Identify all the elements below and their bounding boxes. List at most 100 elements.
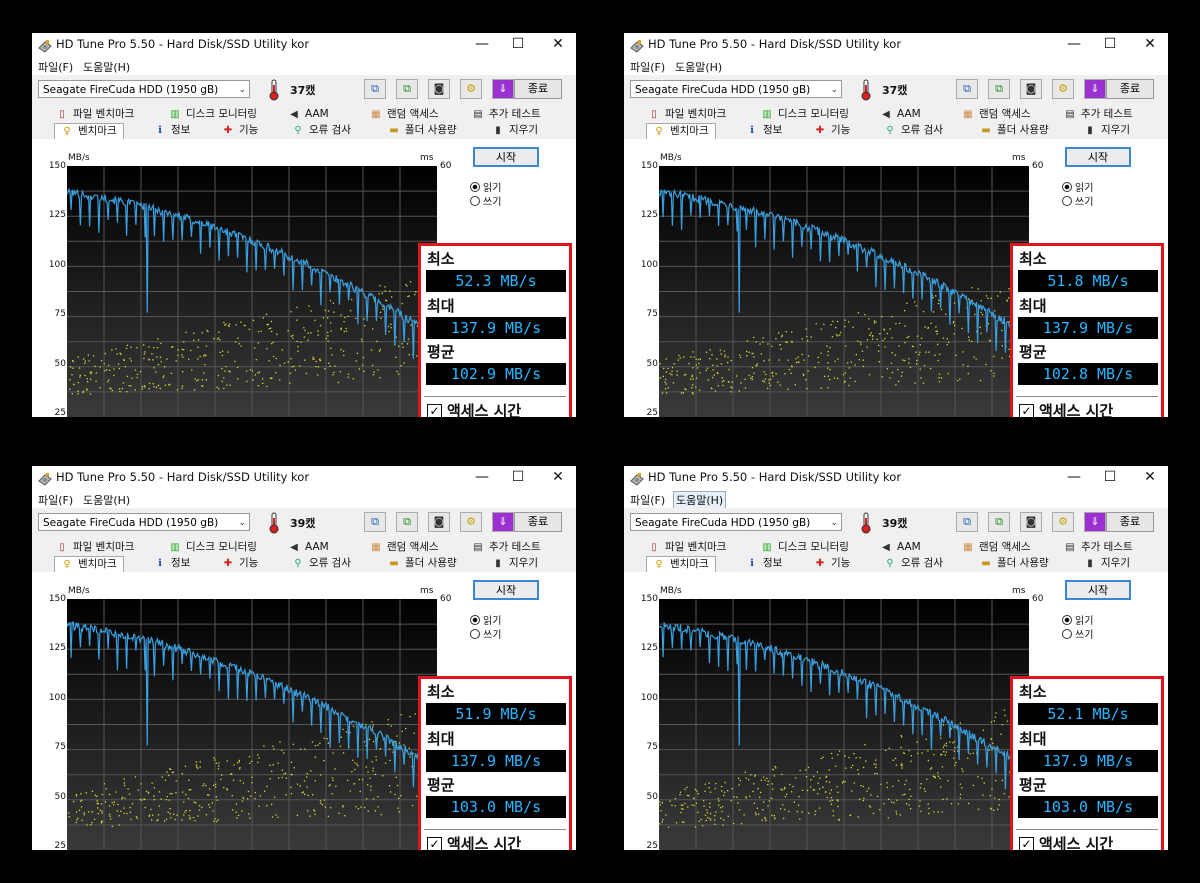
maximize-button[interactable]: ☐ xyxy=(498,33,538,57)
menu-item[interactable]: 도움말(H) xyxy=(673,59,724,75)
tab-1[interactable]: ▥ 디스크 모니터링 xyxy=(761,107,849,122)
title-bar[interactable]: HD Tune Pro 5.50 - Hard Disk/SSD Utility… xyxy=(32,33,576,57)
maximize-button[interactable]: ☐ xyxy=(1090,466,1130,490)
save-down-button[interactable]: ⇓ xyxy=(492,512,514,532)
tab-b4[interactable]: ▬ 폴더 사용량 xyxy=(980,123,1048,138)
menu-item[interactable]: 파일(F) xyxy=(36,492,75,508)
title-bar[interactable]: HD Tune Pro 5.50 - Hard Disk/SSD Utility… xyxy=(624,33,1168,57)
tab-b3[interactable]: ⚲ 오류 검사 xyxy=(884,123,943,138)
menu-item[interactable]: 파일(F) xyxy=(36,59,75,75)
exit-button[interactable]: 종료 xyxy=(1106,79,1154,99)
screenshot-button[interactable]: ◙ xyxy=(428,512,450,532)
tab-0[interactable]: ▯ 파일 벤치마크 xyxy=(56,107,134,122)
tab-1[interactable]: ▥ 디스크 모니터링 xyxy=(169,107,257,122)
access-time-checkbox[interactable]: ✓ xyxy=(1019,404,1034,417)
tab-1[interactable]: ▥ 디스크 모니터링 xyxy=(761,540,849,555)
tab-b5[interactable]: ▮ 지우기 xyxy=(492,123,538,138)
close-button[interactable]: ✕ xyxy=(1130,33,1168,57)
maximize-button[interactable]: ☐ xyxy=(1090,33,1130,57)
screenshot-button[interactable]: ◙ xyxy=(428,79,450,99)
tab-b1[interactable]: ℹ 정보 xyxy=(746,123,782,138)
start-button[interactable]: 시작 xyxy=(473,147,539,167)
tab-b5[interactable]: ▮ 지우기 xyxy=(492,556,538,571)
tab-b5[interactable]: ▮ 지우기 xyxy=(1084,123,1130,138)
tab-2[interactable]: ◀ AAM xyxy=(288,540,329,555)
options-button[interactable]: ⚙ xyxy=(1052,512,1074,532)
access-time-checkbox[interactable]: ✓ xyxy=(427,837,442,850)
tab-b4[interactable]: ▬ 폴더 사용량 xyxy=(980,556,1048,571)
close-button[interactable]: ✕ xyxy=(1130,466,1168,490)
tab-b3[interactable]: ⚲ 오류 검사 xyxy=(292,556,351,571)
copy-info-button[interactable]: ⧉ xyxy=(364,79,386,99)
copy-text-button[interactable]: ⧉ xyxy=(396,79,418,99)
drive-select[interactable]: Seagate FireCuda HDD (1950 gB) ⌄ xyxy=(38,513,250,531)
copy-info-button[interactable]: ⧉ xyxy=(956,79,978,99)
tab-4[interactable]: ▤ 추가 테스트 xyxy=(1064,540,1132,555)
save-down-button[interactable]: ⇓ xyxy=(1084,79,1106,99)
maximize-button[interactable]: ☐ xyxy=(498,466,538,490)
save-down-button[interactable]: ⇓ xyxy=(492,79,514,99)
exit-button[interactable]: 종료 xyxy=(514,512,562,532)
minimize-button[interactable]: — xyxy=(1054,466,1094,490)
radio-read[interactable]: 읽기 xyxy=(1062,179,1093,194)
menu-item[interactable]: 도움말(H) xyxy=(81,492,132,508)
close-button[interactable]: ✕ xyxy=(538,466,576,490)
menu-item[interactable]: 도움말(H) xyxy=(81,59,132,75)
tab-0[interactable]: ▯ 파일 벤치마크 xyxy=(56,540,134,555)
access-time-checkbox[interactable]: ✓ xyxy=(1019,837,1034,850)
tab-4[interactable]: ▤ 추가 테스트 xyxy=(1064,107,1132,122)
tab-0[interactable]: ▯ 파일 벤치마크 xyxy=(648,107,726,122)
radio-write[interactable]: 쓰기 xyxy=(1062,193,1093,208)
radio-write[interactable]: 쓰기 xyxy=(470,193,501,208)
copy-text-button[interactable]: ⧉ xyxy=(988,512,1010,532)
start-button[interactable]: 시작 xyxy=(1065,147,1131,167)
drive-select[interactable]: Seagate FireCuda HDD (1950 gB) ⌄ xyxy=(38,80,250,98)
tab-2[interactable]: ◀ AAM xyxy=(288,107,329,122)
tab-b2[interactable]: ✚ 기능 xyxy=(222,123,259,138)
radio-read[interactable]: 읽기 xyxy=(470,612,501,627)
tab-b2[interactable]: ✚ 기능 xyxy=(222,556,259,571)
copy-info-button[interactable]: ⧉ xyxy=(364,512,386,532)
tab-b1[interactable]: ℹ 정보 xyxy=(154,556,190,571)
exit-button[interactable]: 종료 xyxy=(514,79,562,99)
tab-1[interactable]: ▥ 디스크 모니터링 xyxy=(169,540,257,555)
tab-3[interactable]: ▦ 랜덤 액세스 xyxy=(370,540,438,555)
screenshot-button[interactable]: ◙ xyxy=(1020,79,1042,99)
tab-4[interactable]: ▤ 추가 테스트 xyxy=(472,107,540,122)
tab-4[interactable]: ▤ 추가 테스트 xyxy=(472,540,540,555)
tab-3[interactable]: ▦ 랜덤 액세스 xyxy=(370,107,438,122)
tab-b4[interactable]: ▬ 폴더 사용량 xyxy=(388,556,456,571)
tab-0[interactable]: ▯ 파일 벤치마크 xyxy=(648,540,726,555)
tab-benchmark[interactable]: ♀ 벤치마크 xyxy=(54,123,124,139)
minimize-button[interactable]: — xyxy=(1054,33,1094,57)
copy-text-button[interactable]: ⧉ xyxy=(988,79,1010,99)
screenshot-button[interactable]: ◙ xyxy=(1020,512,1042,532)
access-time-checkbox[interactable]: ✓ xyxy=(427,404,442,417)
tab-benchmark[interactable]: ♀ 벤치마크 xyxy=(646,556,716,572)
copy-info-button[interactable]: ⧉ xyxy=(956,512,978,532)
tab-b4[interactable]: ▬ 폴더 사용량 xyxy=(388,123,456,138)
start-button[interactable]: 시작 xyxy=(473,580,539,600)
tab-2[interactable]: ◀ AAM xyxy=(880,107,921,122)
start-button[interactable]: 시작 xyxy=(1065,580,1131,600)
title-bar[interactable]: HD Tune Pro 5.50 - Hard Disk/SSD Utility… xyxy=(32,466,576,490)
tab-b1[interactable]: ℹ 정보 xyxy=(746,556,782,571)
drive-select[interactable]: Seagate FireCuda HDD (1950 gB) ⌄ xyxy=(630,513,842,531)
save-down-button[interactable]: ⇓ xyxy=(1084,512,1106,532)
tab-2[interactable]: ◀ AAM xyxy=(880,540,921,555)
tab-benchmark[interactable]: ♀ 벤치마크 xyxy=(54,556,124,572)
menu-item[interactable]: 파일(F) xyxy=(628,492,667,508)
options-button[interactable]: ⚙ xyxy=(460,79,482,99)
radio-write[interactable]: 쓰기 xyxy=(1062,626,1093,641)
tab-b5[interactable]: ▮ 지우기 xyxy=(1084,556,1130,571)
drive-select[interactable]: Seagate FireCuda HDD (1950 gB) ⌄ xyxy=(630,80,842,98)
close-button[interactable]: ✕ xyxy=(538,33,576,57)
exit-button[interactable]: 종료 xyxy=(1106,512,1154,532)
tab-b3[interactable]: ⚲ 오류 검사 xyxy=(292,123,351,138)
tab-benchmark[interactable]: ♀ 벤치마크 xyxy=(646,123,716,139)
options-button[interactable]: ⚙ xyxy=(1052,79,1074,99)
options-button[interactable]: ⚙ xyxy=(460,512,482,532)
tab-b3[interactable]: ⚲ 오류 검사 xyxy=(884,556,943,571)
tab-3[interactable]: ▦ 랜덤 액세스 xyxy=(962,540,1030,555)
radio-write[interactable]: 쓰기 xyxy=(470,626,501,641)
